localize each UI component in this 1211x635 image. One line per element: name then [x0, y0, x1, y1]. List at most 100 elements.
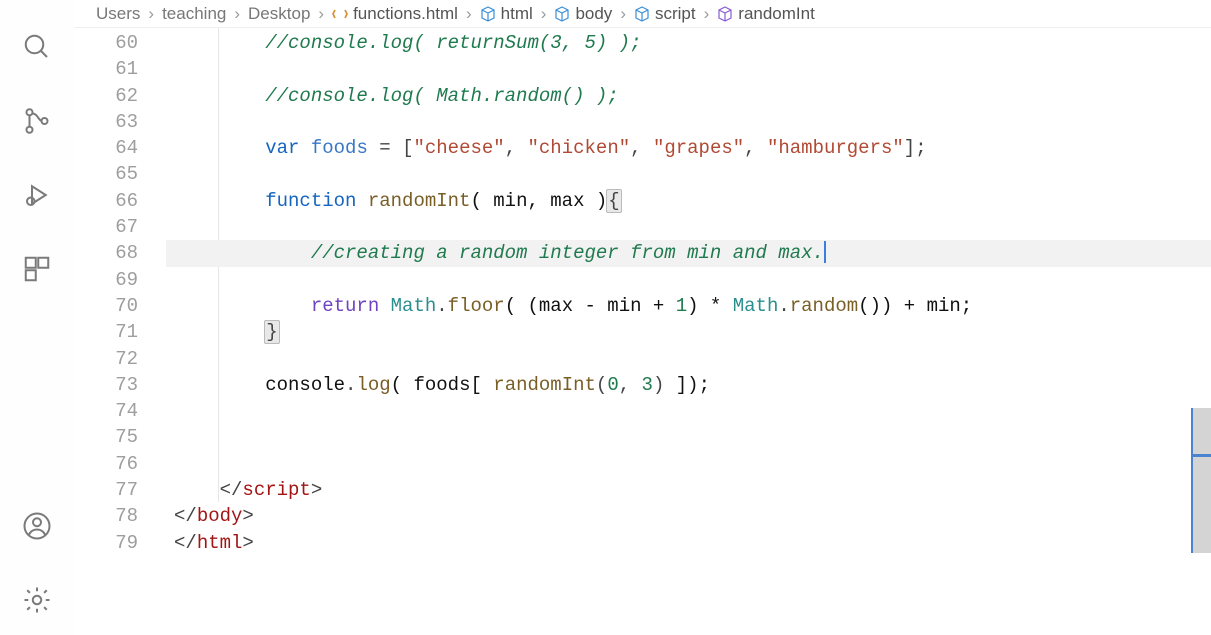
line-number: 68 [74, 240, 138, 266]
extensions-icon[interactable] [20, 252, 54, 286]
code-line[interactable]: </body> [166, 503, 1211, 529]
chevron-right-icon: › [232, 4, 242, 24]
code-line[interactable]: console.log( foods[ randomInt(0, 3) ]); [166, 372, 1211, 398]
code-line[interactable]: //console.log( returnSum(3, 5) ); [166, 30, 1211, 56]
code-text: ]); [664, 374, 710, 396]
code-line[interactable]: </script> [166, 477, 1211, 503]
app-root: Users › teaching › Desktop › functions.h… [0, 0, 1211, 635]
chevron-right-icon: › [316, 4, 326, 24]
line-number: 61 [74, 56, 138, 82]
brace-close: } [264, 320, 279, 344]
symbol-cube-icon [554, 6, 570, 22]
line-number: 63 [74, 109, 138, 135]
breadcrumb-sym-body[interactable]: body [554, 4, 612, 24]
string: "grapes" [653, 137, 744, 159]
breadcrumb-sym-script[interactable]: script [634, 4, 696, 24]
code-content[interactable]: //console.log( returnSum(3, 5) ); //cons… [166, 28, 1211, 635]
code-line[interactable]: var foods = ["cheese", "chicken", "grape… [166, 135, 1211, 161]
tag-close: > [311, 479, 322, 501]
scrollbar-thumb[interactable] [1191, 408, 1211, 553]
symbol-cube-icon [480, 6, 496, 22]
breadcrumb-sym-func[interactable]: randomInt [717, 4, 815, 24]
file-code-icon [332, 6, 348, 22]
breadcrumb-teaching[interactable]: teaching [162, 4, 226, 24]
code-line[interactable] [166, 214, 1211, 240]
text-cursor [824, 241, 826, 263]
tag-name: html [197, 532, 243, 554]
breadcrumb-sym-script-label: script [655, 4, 696, 24]
string: "chicken" [528, 137, 631, 159]
account-icon[interactable] [20, 509, 54, 543]
line-number: 77 [74, 477, 138, 503]
code-line[interactable] [166, 267, 1211, 293]
line-number: 64 [74, 135, 138, 161]
line-number: 78 [74, 503, 138, 529]
number: 3 [642, 374, 653, 396]
chevron-right-icon: › [464, 4, 474, 24]
string: "cheese" [413, 137, 504, 159]
breadcrumb-sym-body-label: body [575, 4, 612, 24]
function-call: randomInt [493, 374, 596, 396]
code-line[interactable] [166, 56, 1211, 82]
method: log [356, 374, 390, 396]
code-line[interactable]: function randomInt( min, max ){ [166, 188, 1211, 214]
code-line[interactable]: } [166, 319, 1211, 345]
obj: Math [391, 295, 437, 317]
comment-text: //creating a random integer from min and… [311, 242, 824, 264]
line-number: 69 [74, 267, 138, 293]
breadcrumb[interactable]: Users › teaching › Desktop › functions.h… [74, 0, 1211, 28]
line-number: 65 [74, 161, 138, 187]
line-number: 67 [74, 214, 138, 240]
code-line[interactable] [166, 424, 1211, 450]
tag-close: > [242, 532, 253, 554]
code-line[interactable] [166, 451, 1211, 477]
code-line[interactable] [166, 161, 1211, 187]
breadcrumb-sym-html[interactable]: html [480, 4, 533, 24]
string: "hamburgers" [767, 137, 904, 159]
scrollbar-cursor-mark [1193, 454, 1211, 457]
line-number: 79 [74, 530, 138, 556]
punct: ]; [904, 137, 927, 159]
comment-text: //console.log( returnSum(3, 5) ); [265, 32, 641, 54]
source-control-icon[interactable] [20, 104, 54, 138]
code-line[interactable] [166, 398, 1211, 424]
line-number: 75 [74, 424, 138, 450]
keyword: var [265, 137, 299, 159]
run-debug-icon[interactable] [20, 178, 54, 212]
line-number: 62 [74, 83, 138, 109]
breadcrumb-sym-html-label: html [501, 4, 533, 24]
code-line-current[interactable]: //creating a random integer from min and… [166, 240, 1211, 266]
symbol-cube-icon [634, 6, 650, 22]
tag-name: body [197, 505, 243, 527]
code-editor[interactable]: 60 61 62 63 64 65 66 67 68 69 70 71 72 7… [74, 28, 1211, 635]
search-icon[interactable] [20, 30, 54, 64]
breadcrumb-file[interactable]: functions.html [332, 4, 458, 24]
code-line[interactable]: </html> [166, 530, 1211, 556]
code-text: ()) + min; [858, 295, 972, 317]
code-line[interactable] [166, 346, 1211, 372]
breadcrumb-users[interactable]: Users [96, 4, 140, 24]
line-number: 71 [74, 319, 138, 345]
symbol-method-icon [717, 6, 733, 22]
params: ( min, max ) [470, 190, 607, 212]
keyword: function [265, 190, 356, 212]
code-text: ( (max - min + [505, 295, 676, 317]
activity-bar [0, 0, 74, 635]
punct: = [ [368, 137, 414, 159]
breadcrumb-desktop[interactable]: Desktop [248, 4, 310, 24]
breadcrumb-file-label: functions.html [353, 4, 458, 24]
line-number: 72 [74, 346, 138, 372]
code-text: ( foods[ [391, 374, 494, 396]
number: 1 [676, 295, 687, 317]
comment-text: //console.log( Math.random() ); [265, 85, 618, 107]
keyword: return [311, 295, 379, 317]
number: 0 [607, 374, 618, 396]
line-number: 70 [74, 293, 138, 319]
code-line[interactable]: //console.log( Math.random() ); [166, 83, 1211, 109]
code-line[interactable]: return Math.floor( (max - min + 1) * Mat… [166, 293, 1211, 319]
code-text: ) * [687, 295, 733, 317]
settings-gear-icon[interactable] [20, 583, 54, 617]
code-line[interactable] [166, 109, 1211, 135]
method: random [790, 295, 858, 317]
line-number: 66 [74, 188, 138, 214]
